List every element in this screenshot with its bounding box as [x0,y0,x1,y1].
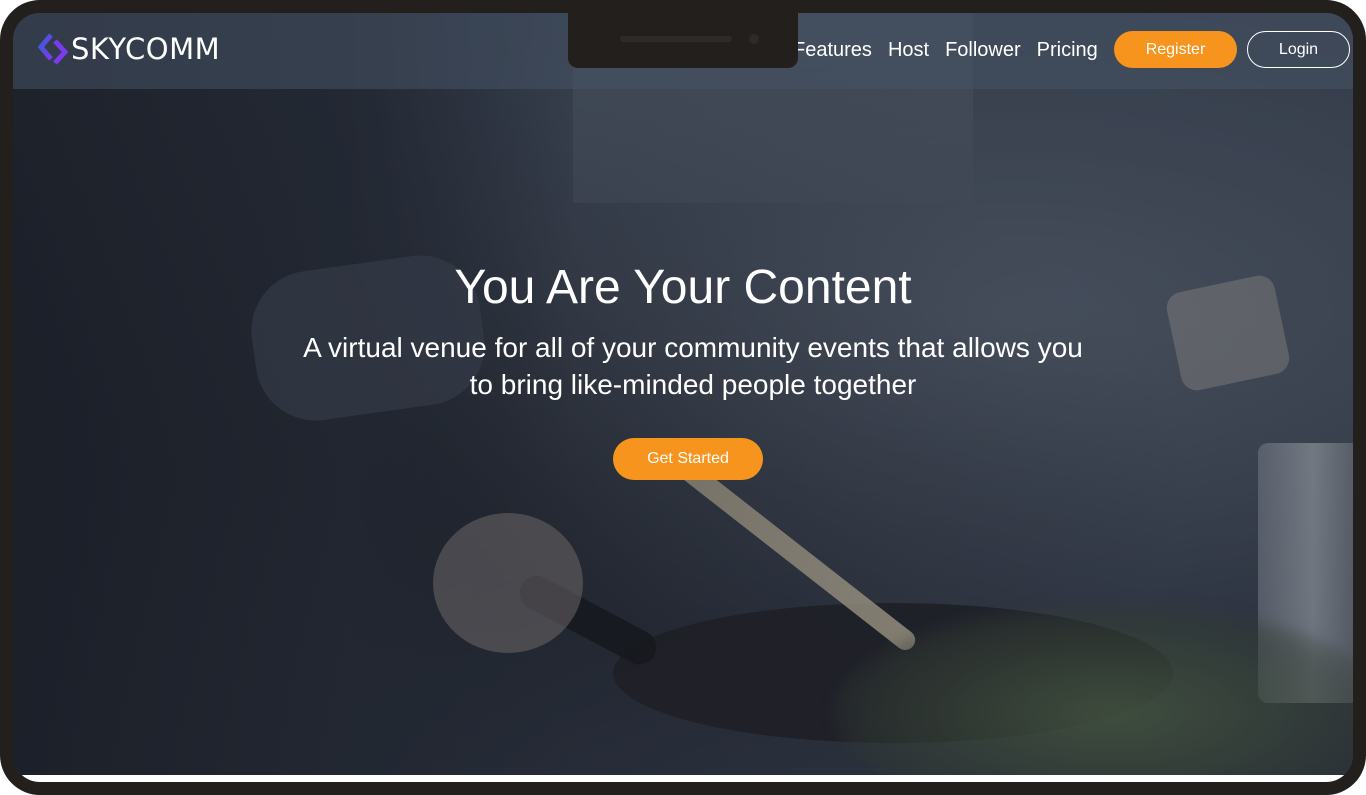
nav-link-features[interactable]: Features [793,35,872,65]
nav-links: Features Host Follower Pricing [793,35,1098,65]
skycomm-logo-icon [37,33,69,65]
login-button[interactable]: Login [1247,31,1350,68]
hero-title: You Are Your Content [454,261,912,314]
speaker-icon [620,36,732,42]
nav-link-pricing[interactable]: Pricing [1037,35,1098,65]
get-started-button[interactable]: Get Started [613,438,763,480]
nav-link-host[interactable]: Host [888,35,929,65]
device-notch [568,13,798,68]
hero-section: SKYCOMM Features Host Follower Pricing R… [13,13,1353,775]
nav-link-follower[interactable]: Follower [945,35,1021,65]
bottom-strip [13,775,1353,782]
register-button[interactable]: Register [1114,31,1237,68]
camera-icon [749,34,759,44]
brand-name: SKYCOMM [71,32,221,66]
hero-subtitle: A virtual venue for all of your communit… [303,332,1083,400]
device-frame: SKYCOMM Features Host Follower Pricing R… [0,0,1366,795]
brand-logo[interactable]: SKYCOMM [37,31,220,67]
